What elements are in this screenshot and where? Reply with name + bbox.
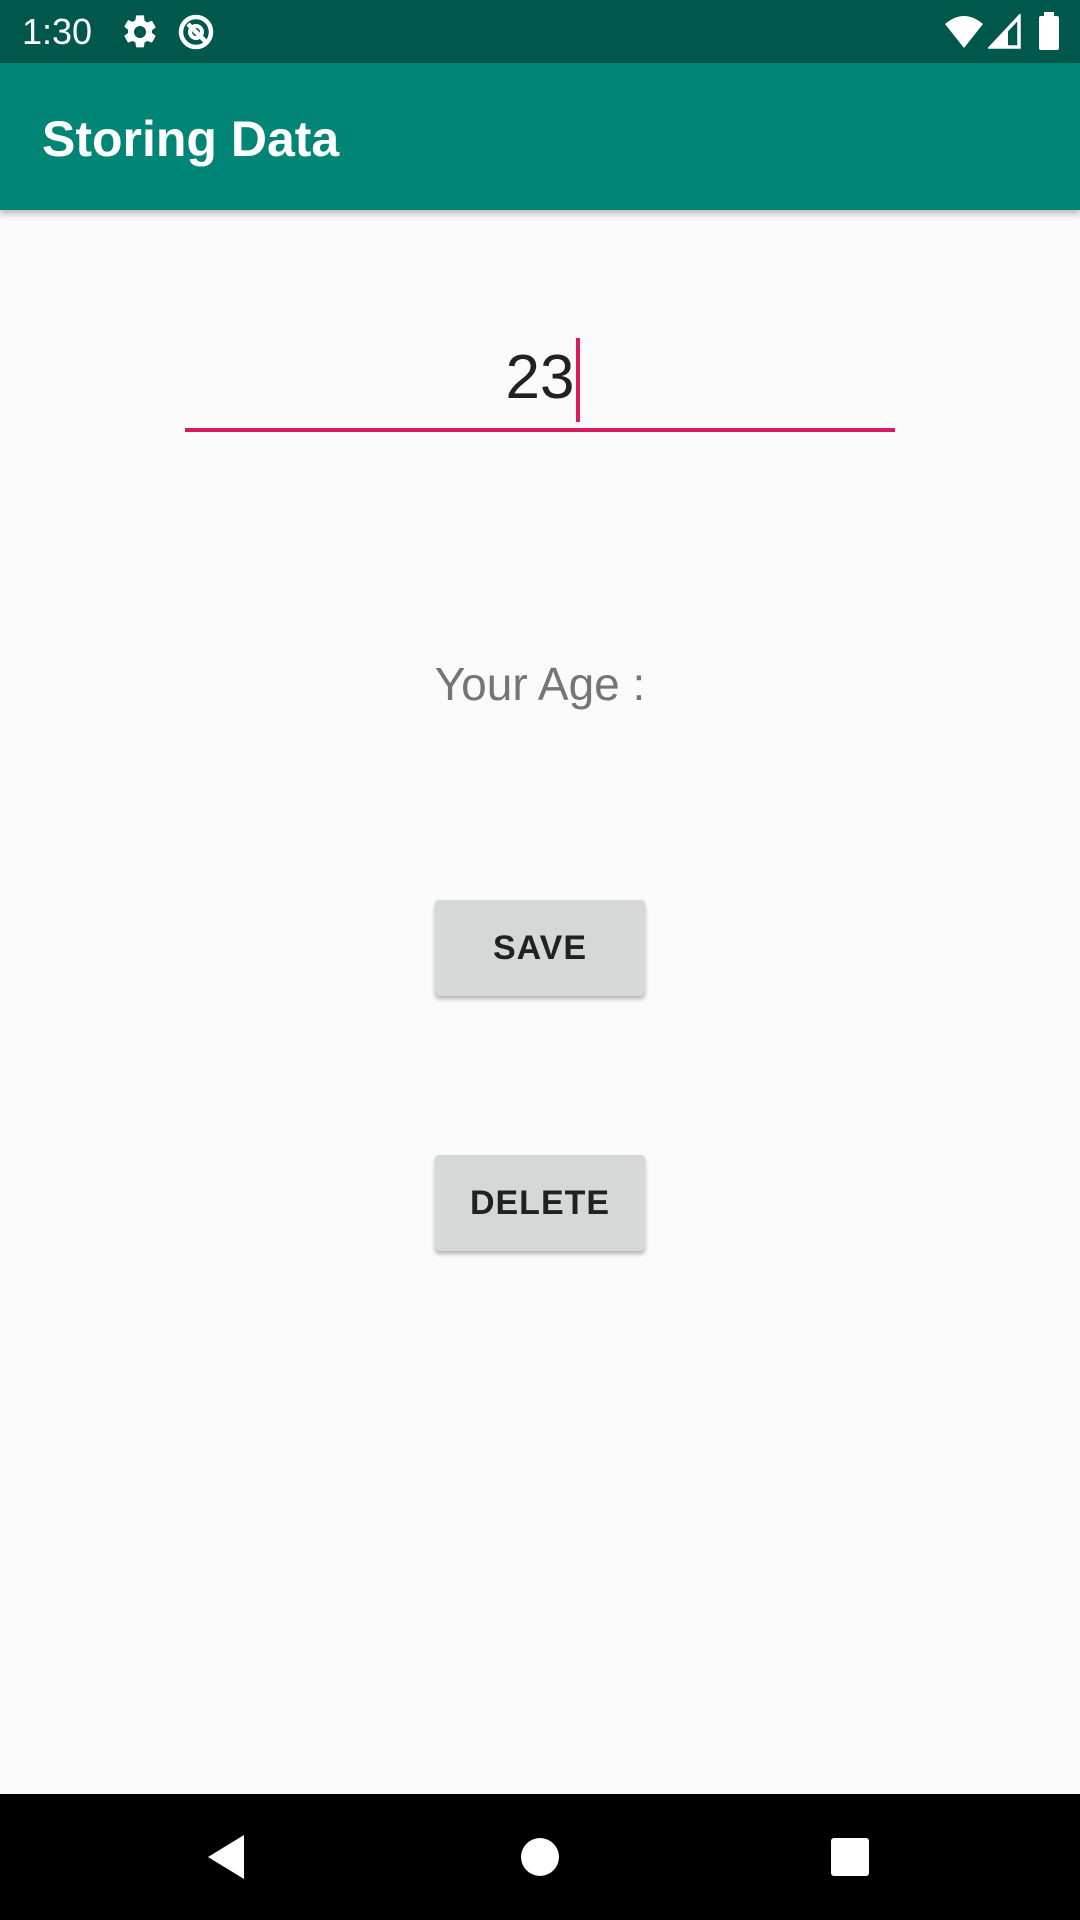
age-label: Your Age :: [434, 658, 646, 710]
battery-icon: [1038, 12, 1078, 52]
status-time: 1:30: [22, 11, 93, 52]
age-input[interactable]: 23: [185, 330, 895, 434]
app-screen: 1:30 Storing Data 23 Your Age: SAVE DEL…: [0, 0, 1080, 1920]
gear-icon: [120, 12, 160, 52]
cell-signal-icon: [986, 12, 1028, 54]
home-icon[interactable]: [510, 1827, 570, 1887]
app-bar: Storing Data: [0, 63, 1080, 210]
save-button[interactable]: SAVE: [435, 900, 645, 996]
wifi-icon: [944, 14, 984, 54]
data-saver-icon: [176, 12, 216, 52]
age-input-underline: [185, 428, 895, 432]
delete-button[interactable]: DELETE: [435, 1155, 645, 1251]
status-bar: 1:30: [0, 0, 1080, 63]
text-cursor: [576, 338, 581, 422]
app-title: Storing Data: [42, 111, 340, 167]
back-icon[interactable]: [200, 1827, 260, 1887]
recents-icon[interactable]: [820, 1827, 880, 1887]
navigation-bar: [0, 1794, 1080, 1920]
age-input-value[interactable]: 23: [185, 340, 895, 416]
